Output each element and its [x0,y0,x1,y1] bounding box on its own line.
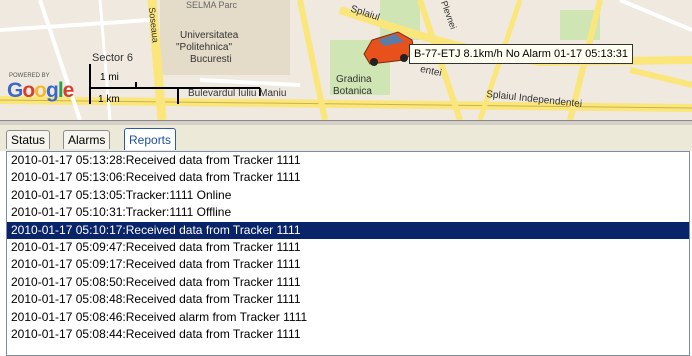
list-item[interactable]: 2010-01-17 05:08:48:Received data from T… [7,291,689,308]
list-item[interactable]: 2010-01-17 05:13:05:Tracker:1111 Online [7,187,689,204]
map-view[interactable]: SELMA Parc Universitatea "Politehnica" B… [0,0,692,120]
map-label-sector6: Sector 6 [92,52,133,64]
map-label-botanica: Botanica [333,86,372,97]
list-item[interactable]: 2010-01-17 05:09:17:Received data from T… [7,256,689,273]
google-logo[interactable]: Google [7,79,74,103]
tab-reports[interactable]: Reports [124,128,177,150]
list-item[interactable]: 2010-01-17 05:09:47:Received data from T… [7,239,689,256]
scale-km-label: 1 km [98,94,120,105]
list-item[interactable]: 2010-01-17 05:08:46:Received alarm from … [7,309,689,326]
list-item-selected[interactable]: 2010-01-17 05:10:17:Received data from T… [7,221,689,239]
map-label-bucuresti: Bucuresti [190,54,232,65]
map-label-bulevardul: Bulevardul Iuliu Maniu [188,88,287,99]
tab-status[interactable]: Status [6,130,51,149]
tab-alarms[interactable]: Alarms [63,130,111,149]
map-label-gradina: Gradina [336,74,372,85]
scale-mi-label: 1 mi [100,72,119,83]
list-item[interactable]: 2010-01-17 05:08:50:Received data from T… [7,274,689,291]
list-item[interactable]: 2010-01-17 05:08:44:Received data from T… [7,326,689,343]
list-item[interactable]: 2010-01-17 05:13:28:Received data from T… [7,152,689,169]
map-label-universitatea: Universitatea [180,30,239,41]
list-item[interactable]: 2010-01-17 05:10:31:Tracker:1111 Offline [7,204,689,221]
map-label-selma: SELMA Parc [186,0,238,10]
reports-list[interactable]: 2010-01-17 05:13:28:Received data from T… [6,151,690,356]
list-item[interactable]: 2010-01-17 05:13:06:Received data from T… [7,169,689,186]
tab-strip: Status Alarms Reports [0,125,692,151]
car-info-tooltip: B-77-ETJ 8.1km/h No Alarm 01-17 05:13:31 [409,44,633,64]
map-label-politehnica: "Politehnica" [176,42,233,53]
